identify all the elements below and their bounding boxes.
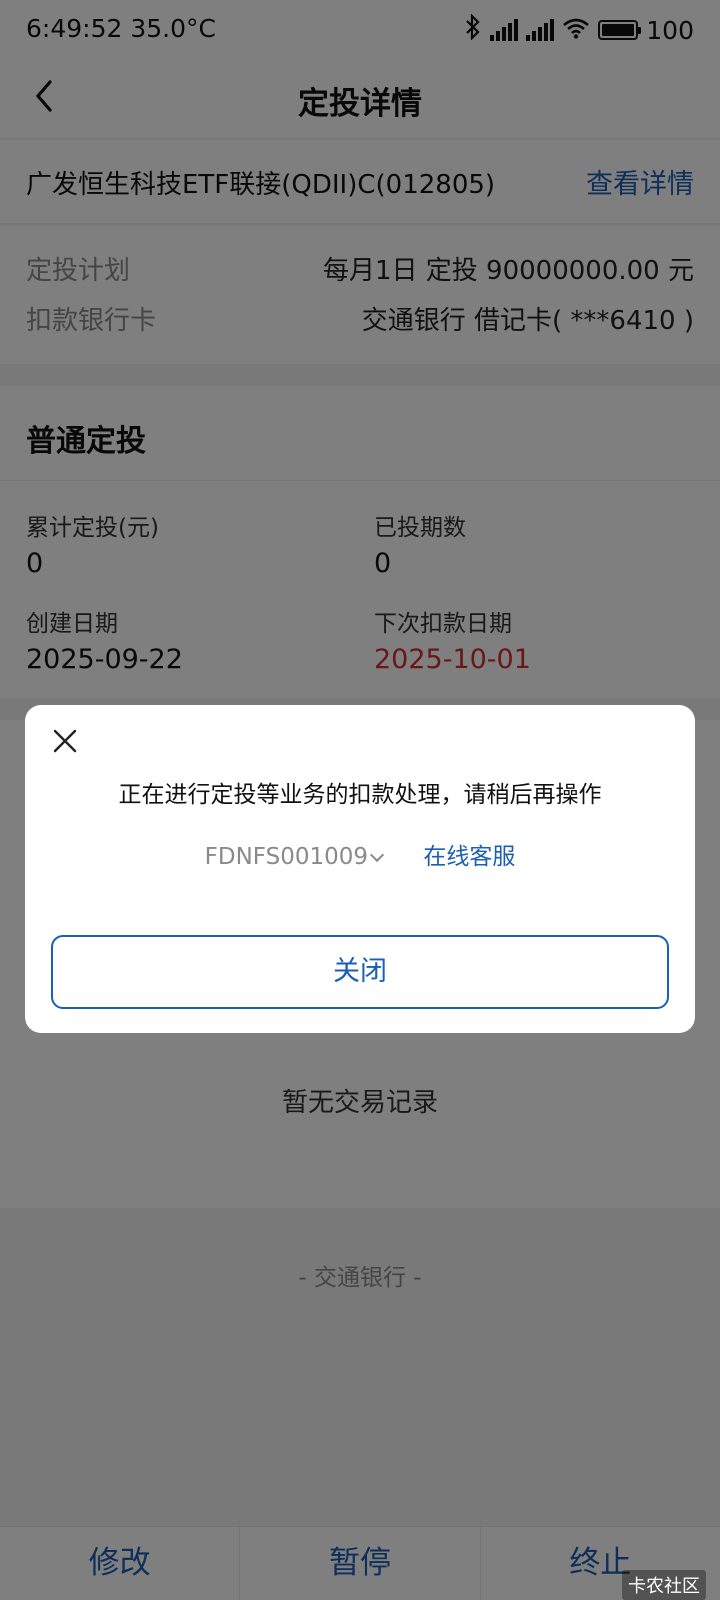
dialog-code-row: FDNFS001009 在线客服 [25, 837, 695, 871]
error-code: FDNFS001009 [204, 844, 369, 870]
alert-dialog: 正在进行定投等业务的扣款处理，请稍后再操作 FDNFS001009 在线客服 关… [25, 705, 695, 1033]
error-code-dropdown[interactable]: FDNFS001009 [204, 844, 385, 870]
chevron-down-icon [369, 847, 385, 863]
watermark: 卡农社区 [622, 1570, 706, 1600]
close-button[interactable]: 关闭 [51, 935, 669, 1009]
close-icon[interactable] [51, 727, 79, 755]
online-service-link[interactable]: 在线客服 [423, 837, 515, 871]
dialog-message: 正在进行定投等业务的扣款处理，请稍后再操作 [118, 782, 602, 808]
